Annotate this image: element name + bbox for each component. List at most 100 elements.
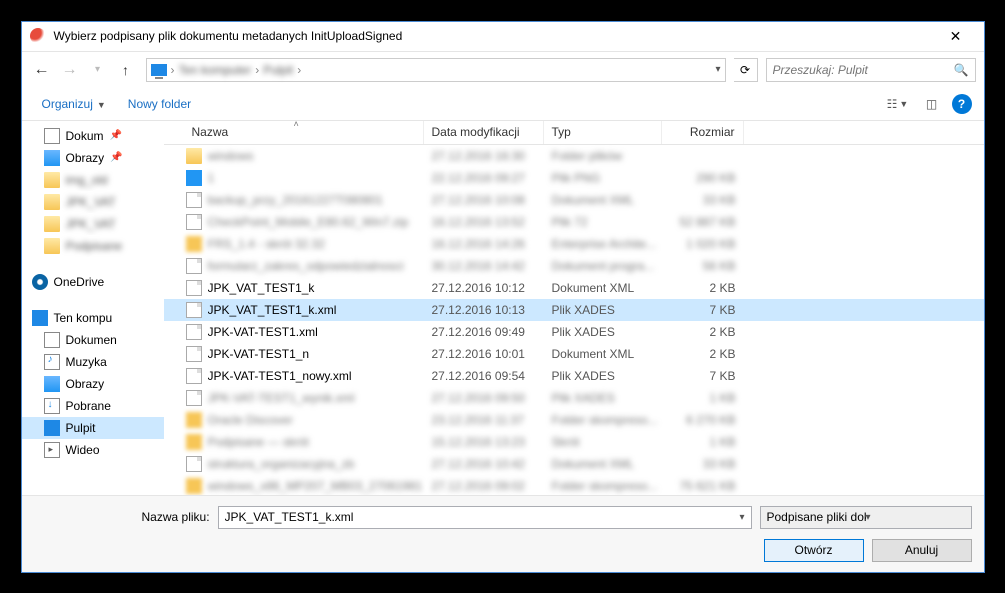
sidebar-item-label: Pulpit [66, 421, 96, 435]
sidebar-item[interactable]: JPK_VAT [22, 213, 164, 235]
column-type[interactable]: Typ [544, 121, 662, 144]
sidebar-item[interactable]: Dokumen [22, 329, 164, 351]
file-size: 290 KB [662, 171, 744, 185]
cancel-button[interactable]: Anuluj [872, 539, 972, 562]
breadcrumb-thispc[interactable]: Ten komputer [179, 63, 252, 77]
sidebar-item-label: JPK_VAT [66, 217, 116, 231]
folder-icon [44, 128, 60, 144]
file-row[interactable]: JPK-VAT-TEST1_nowy.xml27.12.2016 09:54Pl… [164, 365, 984, 387]
refresh-button[interactable]: ⟳ [734, 58, 758, 82]
chevron-down-icon: ▾ [866, 512, 965, 523]
file-row[interactable]: struktura_organizacyjna_zb27.12.2016 10:… [164, 453, 984, 475]
file-type: Plik XADES [544, 391, 662, 405]
filetype-filter[interactable]: Podpisane pliki dokumentu me ▾ [760, 506, 972, 529]
sidebar-item[interactable]: Wideo [22, 439, 164, 461]
pin-icon: 📌 [110, 152, 120, 163]
new-folder-button[interactable]: Nowy folder [120, 93, 199, 115]
sidebar-item-onedrive[interactable]: OneDrive [22, 271, 164, 293]
file-row[interactable]: JPK-VAT-TEST1.xml27.12.2016 09:49Plik XA… [164, 321, 984, 343]
sidebar-item[interactable]: Dokum📌 [22, 125, 164, 147]
sidebar-item-thispc[interactable]: Ten kompu [22, 307, 164, 329]
file-date: 16.12.2016 13:52 [424, 215, 544, 229]
video-icon [44, 442, 60, 458]
file-size: 1 KB [662, 391, 744, 405]
column-headers: ˄ Nazwa Data modyfikacji Typ Rozmiar [164, 121, 984, 145]
address-bar[interactable]: › Ten komputer › Pulpit › ▾ [146, 58, 726, 82]
sidebar-item-label: Podpisane [66, 239, 123, 253]
sidebar-item[interactable]: Muzyka [22, 351, 164, 373]
file-row[interactable]: formularz_zakres_odpowiedzialnosci30.12.… [164, 255, 984, 277]
file-size: 56 KB [662, 259, 744, 273]
search-box[interactable]: 🔍 [766, 58, 976, 82]
sidebar-item[interactable]: Pobrane [22, 395, 164, 417]
file-row[interactable]: FRS_1.4 - skrót 32.3216.12.2016 14:26Ent… [164, 233, 984, 255]
file-type: Dokument XML [544, 457, 662, 471]
chevron-down-icon: ▼ [97, 100, 106, 110]
filename-combobox[interactable]: ▾ [218, 506, 752, 529]
file-type: Plik XADES [544, 303, 662, 317]
back-button[interactable]: ← [30, 58, 54, 82]
breadcrumb-pulpit[interactable]: Pulpit [263, 63, 293, 77]
file-size: 1 KB [662, 435, 744, 449]
file-icon [186, 368, 202, 384]
column-size[interactable]: Rozmiar [662, 121, 744, 144]
organize-label: Organizuj [42, 97, 93, 111]
file-row[interactable]: JPK_VAT_TEST1_k.xml27.12.2016 10:13Plik … [164, 299, 984, 321]
file-icon [186, 170, 202, 186]
file-row[interactable]: Podpisane — skrót15.12.2016 13:23Skrót1 … [164, 431, 984, 453]
folder-icon [44, 172, 60, 188]
file-icon [186, 456, 202, 472]
address-dropdown-icon[interactable]: ▾ [715, 64, 720, 75]
file-row[interactable]: windows27.12.2016 16:30Folder plików [164, 145, 984, 167]
file-date: 27.12.2016 10:01 [424, 347, 544, 361]
file-row[interactable]: Oracle Discover23.12.2016 11:37Folder sk… [164, 409, 984, 431]
file-icon [186, 280, 202, 296]
open-button[interactable]: Otwórz [764, 539, 864, 562]
sidebar-item-label: Dokum [66, 129, 104, 143]
file-row[interactable]: CheckPoint_Mobile_E80.62_Win7.zip16.12.2… [164, 211, 984, 233]
up-button[interactable]: ↑ [114, 58, 138, 82]
help-button[interactable]: ? [952, 94, 972, 114]
close-button[interactable]: ✕ [936, 21, 976, 51]
file-date: 22.12.2016 09:27 [424, 171, 544, 185]
file-icon [186, 346, 202, 362]
file-row[interactable]: windows_x86_MP207_MB03_2706198127.12.201… [164, 475, 984, 495]
forward-button[interactable]: → [58, 58, 82, 82]
filename-input[interactable] [225, 510, 740, 524]
sidebar-item[interactable]: Podpisane [22, 235, 164, 257]
sidebar-item[interactable]: Pulpit [22, 417, 164, 439]
file-name: windows_x86_MP207_MB03_27061981 [208, 479, 424, 493]
file-date: 27.12.2016 10:08 [424, 193, 544, 207]
navigation-sidebar: Dokum📌Obrazy📌img_oldJPK_VATJPK_VATPodpis… [22, 121, 164, 495]
file-name: JPK-VAT-TEST1_nowy.xml [208, 369, 424, 383]
sidebar-item[interactable]: img_old [22, 169, 164, 191]
organize-menu[interactable]: Organizuj ▼ [34, 93, 114, 115]
recent-dropdown[interactable]: ▾ [86, 58, 110, 82]
file-name: Oracle Discover [208, 413, 424, 427]
file-icon [186, 478, 202, 494]
view-options-button[interactable]: ☷▼ [884, 92, 912, 116]
file-size: 2 KB [662, 325, 744, 339]
file-icon [186, 236, 202, 252]
sidebar-item[interactable]: JPK_VAT [22, 191, 164, 213]
file-size: 2 KB [662, 347, 744, 361]
file-row[interactable]: JPK_VAT_TEST1_k27.12.2016 10:12Dokument … [164, 277, 984, 299]
file-row[interactable]: 122.12.2016 09:27Plik PNG290 KB [164, 167, 984, 189]
file-row[interactable]: backup_przy_20161227T08080127.12.2016 10… [164, 189, 984, 211]
file-type: Dokument XML [544, 281, 662, 295]
file-date: 27.12.2016 10:13 [424, 303, 544, 317]
file-name: JPK_VAT_TEST1_k.xml [208, 303, 424, 317]
down-icon [44, 398, 60, 414]
file-size: 7 KB [662, 369, 744, 383]
file-row[interactable]: JPK-VAT-TEST1_wynik.xml27.12.2016 09:50P… [164, 387, 984, 409]
preview-pane-button[interactable]: ◫ [918, 92, 946, 116]
file-row[interactable]: JPK-VAT-TEST1_n27.12.2016 10:01Dokument … [164, 343, 984, 365]
file-list-body[interactable]: windows27.12.2016 16:30Folder plików122.… [164, 145, 984, 495]
search-input[interactable] [773, 63, 954, 77]
column-date[interactable]: Data modyfikacji [424, 121, 544, 144]
sidebar-item[interactable]: Obrazy [22, 373, 164, 395]
search-icon[interactable]: 🔍 [954, 63, 969, 77]
sidebar-item[interactable]: Obrazy📌 [22, 147, 164, 169]
chevron-down-icon[interactable]: ▾ [739, 512, 744, 523]
file-name: JPK-VAT-TEST1_wynik.xml [208, 391, 424, 405]
